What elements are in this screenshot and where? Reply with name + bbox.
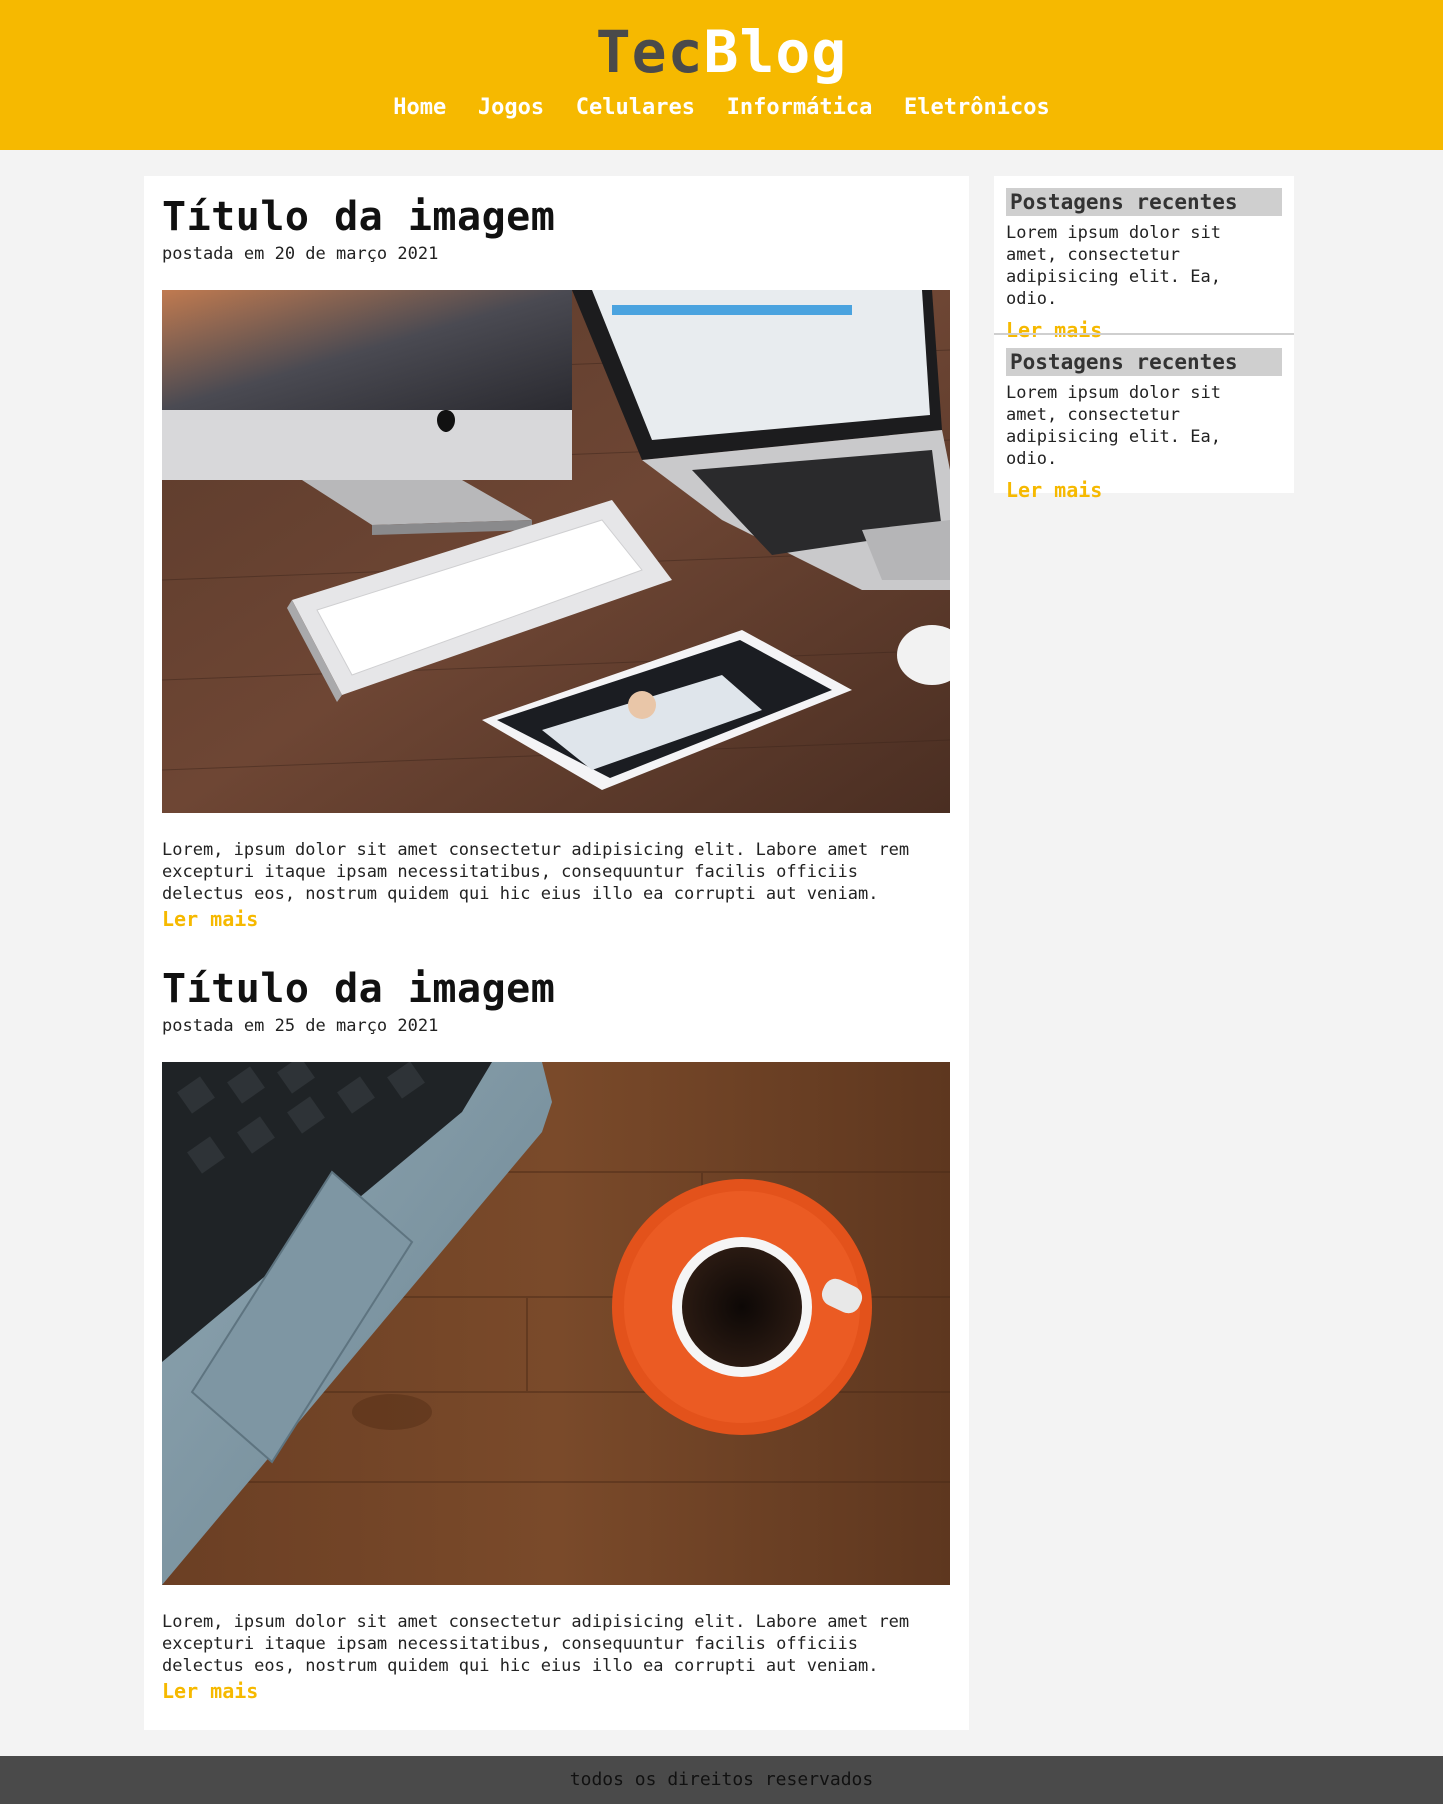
nav-jogos[interactable]: Jogos	[478, 95, 544, 120]
widget-text: Lorem ipsum dolor sit amet, consectetur …	[1006, 383, 1221, 469]
read-more-link[interactable]: Ler mais	[162, 907, 950, 931]
site-header: TecBlog Home Jogos Celulares Informática…	[0, 0, 1443, 150]
widget-title: Postagens recentes	[1006, 348, 1282, 376]
main-nav: Home Jogos Celulares Informática Eletrôn…	[0, 95, 1443, 120]
post-date: postada em 25 de março 2021	[162, 1016, 439, 1036]
read-more-link[interactable]: Ler mais	[1006, 478, 1282, 502]
recent-posts-widget: Postagens recentes Lorem ipsum dolor sit…	[994, 336, 1294, 502]
widget-title: Postagens recentes	[1006, 188, 1282, 216]
post-image-desk-apple-devices	[162, 290, 950, 813]
nav-eletronicos[interactable]: Eletrônicos	[904, 95, 1050, 120]
posts-column: Título da imagem postada em 20 de março …	[144, 176, 969, 1730]
nav-home[interactable]: Home	[393, 95, 446, 120]
post-card: Título da imagem postada em 20 de março …	[162, 194, 950, 931]
post-title: Título da imagem	[162, 966, 556, 1012]
read-more-link[interactable]: Ler mais	[162, 1679, 950, 1703]
post-card: Título da imagem postada em 25 de março …	[162, 966, 950, 1703]
nav-informatica[interactable]: Informática	[727, 95, 873, 120]
post-excerpt: Lorem, ipsum dolor sit amet consectetur …	[162, 840, 910, 904]
post-excerpt: Lorem, ipsum dolor sit amet consectetur …	[162, 1612, 910, 1676]
site-footer: todos os direitos reservados	[0, 1756, 1443, 1804]
post-date: postada em 20 de março 2021	[162, 244, 439, 264]
logo-part-tec: Tec	[595, 18, 704, 86]
widget-divider	[994, 333, 1294, 335]
post-image-laptop-coffee	[162, 1062, 950, 1585]
site-logo[interactable]: TecBlog	[0, 18, 1443, 86]
recent-posts-widget: Postagens recentes Lorem ipsum dolor sit…	[994, 176, 1294, 342]
footer-text: todos os direitos reservados	[569, 1769, 874, 1790]
sidebar: Postagens recentes Lorem ipsum dolor sit…	[994, 176, 1294, 502]
post-title: Título da imagem	[162, 194, 556, 240]
logo-part-blog: Blog	[703, 18, 848, 86]
widget-text: Lorem ipsum dolor sit amet, consectetur …	[1006, 223, 1221, 309]
nav-celulares[interactable]: Celulares	[576, 95, 695, 120]
